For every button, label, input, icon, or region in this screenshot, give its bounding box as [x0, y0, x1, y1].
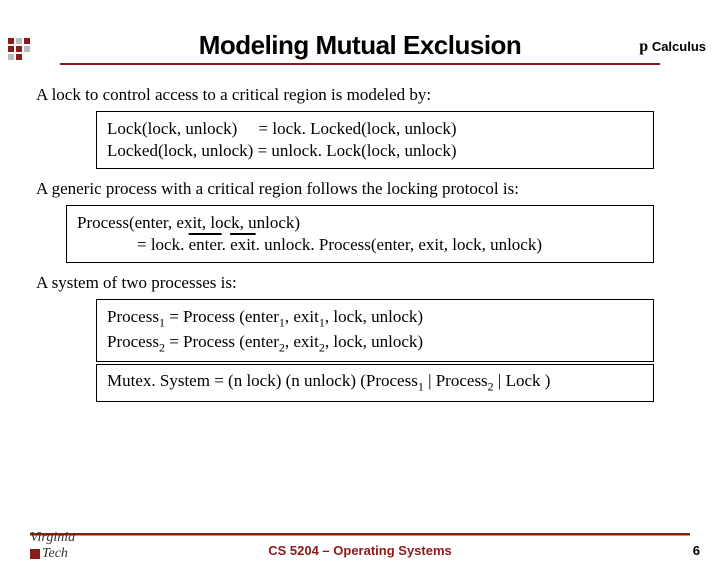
- footer: Virginia Tech CS 5204 – Operating System…: [0, 543, 720, 558]
- box-lock-definition: Lock(lock, unlock) = lock. Locked(lock, …: [96, 111, 654, 169]
- b3l2c: , exit: [285, 332, 319, 351]
- paragraph-2: A generic process with a critical region…: [36, 179, 684, 199]
- pi-symbol: p: [639, 38, 648, 55]
- vt-text-2: Tech: [42, 546, 68, 561]
- page-number: 6: [693, 543, 700, 558]
- b4m2: unlock) (Process: [300, 371, 418, 390]
- content-area: A lock to control access to a critical r…: [0, 65, 720, 402]
- box1-line2: Locked(lock, unlock) = unlock. Lock(lock…: [107, 140, 643, 162]
- header-text: Calculus: [652, 39, 706, 54]
- b4m3: | Process: [424, 371, 488, 390]
- page-title: Modeling Mutual Exclusion: [0, 30, 720, 61]
- decorative-logo-corner: [8, 34, 68, 64]
- box2-mid1: .: [222, 235, 231, 254]
- b3l2d: , lock, unlock): [325, 332, 423, 351]
- b4pre: Mutex. System = (: [107, 371, 234, 390]
- box-two-processes: Process1 = Process (enter1, exit1, lock,…: [96, 299, 654, 362]
- box2-exit-overline: exit: [230, 235, 256, 254]
- footer-divider: [30, 533, 690, 536]
- b4m4: | Lock ): [494, 371, 551, 390]
- box2-line2: = lock. enter. exit. unlock. Process(ent…: [77, 234, 643, 256]
- box2-pre: = lock.: [137, 235, 189, 254]
- b4m1: lock) (: [242, 371, 291, 390]
- box1-line1: Lock(lock, unlock) = lock. Locked(lock, …: [107, 118, 643, 140]
- footer-course: CS 5204 – Operating Systems: [0, 543, 720, 558]
- b3l1b: = Process (enter: [165, 307, 279, 326]
- nu2: n: [291, 371, 300, 390]
- b3l1d: , lock, unlock): [325, 307, 423, 326]
- header-label: p Calculus: [639, 38, 706, 56]
- nu1: n: [234, 371, 243, 390]
- box-mutex-system: Mutex. System = (n lock) (n unlock) (Pro…: [96, 364, 654, 401]
- box2-enter-overline: enter: [189, 235, 222, 254]
- b3l2a: Process: [107, 332, 159, 351]
- box2-line1: Process(enter, exit, lock, unlock): [77, 212, 643, 234]
- box3-line1: Process1 = Process (enter1, exit1, lock,…: [107, 306, 643, 330]
- b3l1c: , exit: [285, 307, 319, 326]
- vt-square-icon: [30, 549, 40, 559]
- box2-mid2: . unlock. Process(enter, exit, lock, unl…: [256, 235, 542, 254]
- paragraph-3: A system of two processes is:: [36, 273, 684, 293]
- virginia-tech-logo: Virginia Tech: [30, 530, 75, 562]
- paragraph-1: A lock to control access to a critical r…: [36, 85, 684, 105]
- box3-line2: Process2 = Process (enter2, exit2, lock,…: [107, 331, 643, 355]
- b3l1a: Process: [107, 307, 159, 326]
- box-process-definition: Process(enter, exit, lock, unlock) = loc…: [66, 205, 654, 263]
- b3l2b: = Process (enter: [165, 332, 279, 351]
- vt-text-1: Virginia: [30, 530, 75, 545]
